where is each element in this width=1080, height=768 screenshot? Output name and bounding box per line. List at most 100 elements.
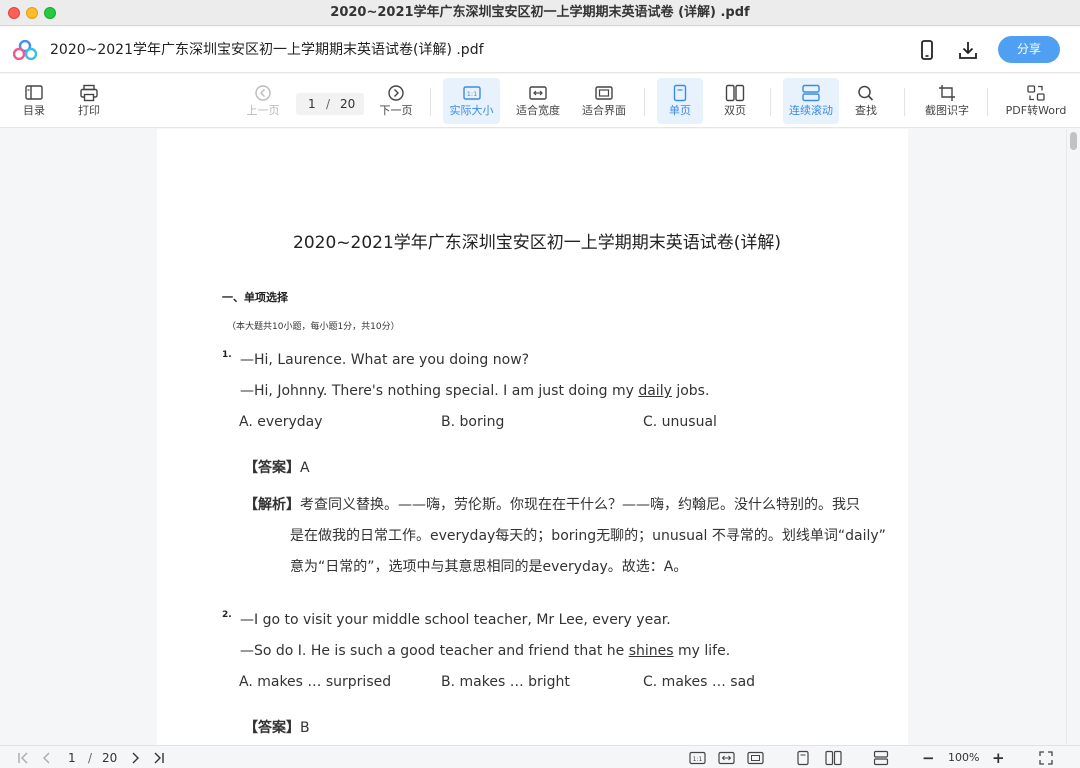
share-button[interactable]: 分享 [998,36,1060,63]
single-page-icon[interactable] [796,750,810,766]
find-label: 查找 [855,104,877,117]
continuous-scroll-icon[interactable] [873,750,889,766]
question-number: 1. [222,350,232,360]
first-page-icon[interactable] [16,750,30,766]
prev-page-icon[interactable] [40,750,52,766]
download-icon[interactable] [957,39,979,61]
next-page-button[interactable]: 下一页 [375,78,417,124]
question-text: jobs. [671,383,710,399]
page-separator: / [326,97,331,111]
question-text: my life. [673,643,731,659]
search-icon [858,85,874,101]
fit-page-button[interactable]: 适合界面 [576,78,632,124]
status-bar: 1 / 20 1:1 − 100% + [0,745,1080,768]
fit-page-label: 适合界面 [582,104,626,117]
screenshot-ocr-label: 截图识字 [925,104,969,117]
actual-size-button[interactable]: 1:1 实际大小 [443,78,500,124]
answer-line: 【答案】B [244,717,310,737]
last-page-icon[interactable] [152,750,166,766]
actual-size-icon: 1:1 [462,86,481,100]
page-title: 2020~2021学年广东深圳宝安区初一上学期期末英语试卷(详解) [293,233,782,253]
pdf-to-word-button[interactable]: PDF转Word [1000,78,1072,124]
toolbar-divider [904,88,905,116]
next-page-label: 下一页 [379,104,413,117]
svg-text:1:1: 1:1 [693,756,703,763]
status-page-total: 20 [102,751,118,765]
double-page-button[interactable]: 双页 [712,78,758,124]
page-total: 20 [340,97,356,111]
fit-page-icon[interactable] [747,750,764,766]
fit-width-icon [529,86,547,100]
single-page-icon [673,84,687,102]
page-current-input[interactable]: 1 [308,93,316,115]
question-line: —Hi, Laurence. What are you doing now? [240,352,530,368]
chevron-left-circle-icon [255,85,271,101]
toc-label: 目录 [23,104,45,117]
next-page-icon[interactable] [130,750,142,766]
status-page-separator: / [88,751,93,765]
option-a: A. makes … surprised [239,674,392,690]
question-number: 2. [222,610,232,620]
screenshot-ocr-button[interactable]: 截图识字 [920,78,974,124]
app-window: 2020~2021学年广东深圳宝安区初一上学期期末英语试卷 (详解) .pdf … [0,0,1080,768]
find-button[interactable]: 查找 [846,78,886,124]
answer-value: A [300,460,310,476]
underlined-word: shines [628,643,674,659]
scrollbar-thumb[interactable] [1070,132,1077,150]
actual-size-icon[interactable]: 1:1 [689,750,706,766]
continuous-scroll-icon [802,84,820,102]
single-page-label: 单页 [669,104,691,117]
document-viewport[interactable]: 2020~2021学年广东深圳宝安区初一上学期期末英语试卷(详解) 一、单项选择… [0,129,1080,745]
fit-width-icon[interactable] [718,750,735,766]
toc-button[interactable]: 目录 [14,78,54,124]
answer-line: 【答案】A [244,457,310,477]
question-text: —So do I. He is such a good teacher and … [240,643,629,659]
chevron-right-circle-icon [388,85,404,101]
phone-icon[interactable] [916,39,938,61]
toolbar-divider [770,88,771,116]
question-line: —Hi, Johnny. There's nothing special. I … [240,383,709,399]
convert-icon [1027,85,1045,101]
option-b: B. makes … bright [441,674,570,690]
toolbar-divider [644,88,645,116]
section-title: 一、单项选择 [222,291,288,304]
option-b: B. boring [441,414,505,430]
section-note: （本大题共10小题，每小题1分，共10分） [227,322,400,332]
svg-text:1:1: 1:1 [466,90,476,98]
continuous-scroll-label: 连续滚动 [789,104,833,117]
double-page-icon[interactable] [825,750,842,766]
answer-value: B [300,720,310,736]
document-title: 2020~2021学年广东深圳宝安区初一上学期期末英语试卷(详解) .pdf [50,42,484,58]
prev-page-button[interactable]: 上一页 [243,78,283,124]
window-title: 2020~2021学年广东深圳宝安区初一上学期期末英语试卷 (详解) .pdf [330,5,750,20]
scrollbar-track[interactable] [1066,129,1080,745]
header-bar: 2020~2021学年广东深圳宝安区初一上学期期末英语试卷(详解) .pdf 分… [0,27,1080,73]
print-button[interactable]: 打印 [69,78,109,124]
toolbar-divider [987,88,988,116]
crop-icon [939,85,955,101]
fit-width-button[interactable]: 适合宽度 [510,78,566,124]
toc-icon [25,85,43,100]
toolbar-divider [430,88,431,116]
answer-label: 【答案】 [244,720,300,736]
printer-icon [80,84,98,102]
analysis-text: 考查同义替换。——嗨，劳伦斯。你现在在干什么？——嗨，约翰尼。没什么特别的。我只 [300,497,860,513]
page-number-field[interactable]: 1 / 20 [296,93,364,115]
status-page-current[interactable]: 1 [68,750,76,766]
option-c: C. unusual [643,414,717,430]
toolbar: 目录 打印 上一页 下一页 1:1 实际大小 适合宽度 适合界面 单页 双页 连… [0,74,1080,128]
title-bar: 2020~2021学年广东深圳宝安区初一上学期期末英语试卷 (详解) .pdf [0,0,1080,26]
zoom-out-button[interactable]: − [922,750,935,766]
actual-size-label: 实际大小 [449,104,494,117]
zoom-in-button[interactable]: + [992,750,1005,766]
answer-label: 【答案】 [244,460,300,476]
question-text: —Hi, Johnny. There's nothing special. I … [240,383,639,399]
continuous-scroll-button[interactable]: 连续滚动 [783,78,839,124]
option-c: C. makes … sad [643,674,756,690]
double-page-label: 双页 [724,104,746,117]
pdf-to-word-label: PDF转Word [1005,104,1067,117]
single-page-button[interactable]: 单页 [657,78,703,124]
fullscreen-icon[interactable] [1038,750,1054,766]
question-line: —I go to visit your middle school teache… [240,612,671,628]
analysis-line: 是在做我的日常工作。everyday每天的；boring无聊的；unusual … [290,528,886,544]
